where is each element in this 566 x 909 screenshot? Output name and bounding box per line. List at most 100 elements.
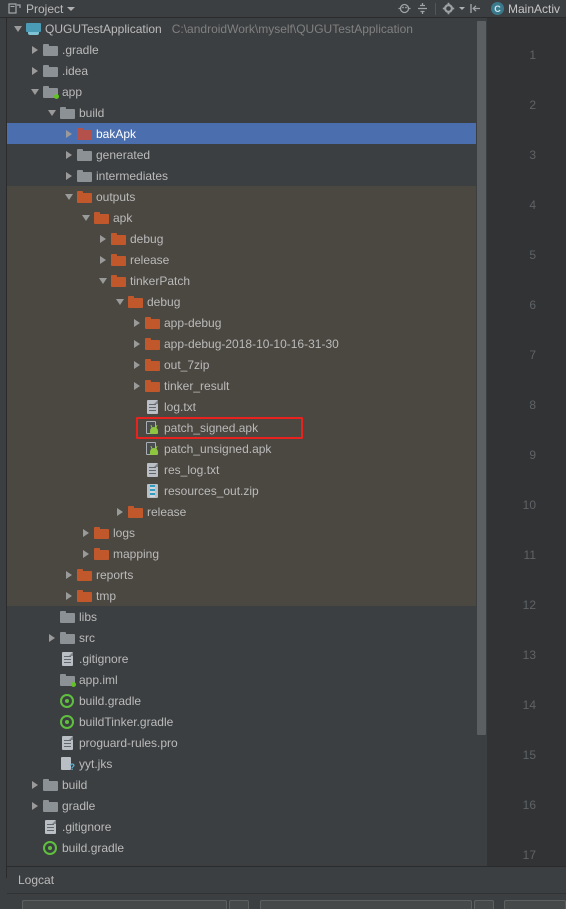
tree-row[interactable]: release	[7, 249, 487, 270]
tree-row-label: .idea	[62, 63, 89, 78]
tree-twisty-expanded[interactable]	[62, 186, 76, 207]
logcat-process-button[interactable]	[474, 900, 494, 909]
hide-panel-icon[interactable]	[468, 1, 483, 16]
tree-twisty-collapsed[interactable]	[96, 228, 110, 249]
tree-twisty-collapsed[interactable]	[96, 249, 110, 270]
tree-twisty-expanded[interactable]	[28, 81, 42, 102]
project-tree-panel[interactable]: QUGUTestApplication C:\androidWork\myself…	[7, 18, 487, 866]
tree-row[interactable]: reports	[7, 564, 487, 585]
left-toolwindow-strip[interactable]: 7: Structure 2: Favorites	[0, 0, 7, 878]
tree-row[interactable]: app	[7, 81, 487, 102]
tree-row[interactable]: src	[7, 627, 487, 648]
logcat-device-button[interactable]	[229, 900, 249, 909]
tree-row[interactable]: mapping	[7, 543, 487, 564]
line-number: 10	[522, 498, 536, 512]
tree-row-label: intermediates	[96, 168, 169, 183]
tree-twisty-expanded[interactable]	[45, 102, 59, 123]
tree-row[interactable]: debug	[7, 228, 487, 249]
tree-row[interactable]: .gitignore	[7, 648, 487, 669]
tree-row[interactable]: intermediates	[7, 165, 487, 186]
tree-row[interactable]: .gradle	[7, 39, 487, 60]
text-file-icon	[144, 399, 160, 415]
tree-row[interactable]: logs	[7, 522, 487, 543]
logcat-level-combo[interactable]	[504, 900, 566, 909]
tree-twisty-collapsed[interactable]	[62, 123, 76, 144]
tree-scrollbar-thumb[interactable]	[477, 21, 486, 735]
tree-row[interactable]: apk	[7, 207, 487, 228]
tree-row[interactable]: libs	[7, 606, 487, 627]
tree-row[interactable]: tinkerPatch	[7, 270, 487, 291]
tree-row[interactable]: build	[7, 774, 487, 795]
tree-row[interactable]: .gitignore	[7, 816, 487, 837]
tree-row-label: reports	[96, 567, 134, 582]
tree-twisty-collapsed[interactable]	[62, 144, 76, 165]
tree-twisty-collapsed[interactable]	[130, 354, 144, 375]
tree-twisty-collapsed[interactable]	[62, 585, 76, 606]
tree-row[interactable]: patch_unsigned.apk	[7, 438, 487, 459]
tree-row[interactable]: .idea	[7, 60, 487, 81]
chevron-down-icon[interactable]	[67, 6, 76, 11]
tree-row[interactable]: out_7zip	[7, 354, 487, 375]
tree-twisty-collapsed[interactable]	[62, 564, 76, 585]
text-file-icon	[59, 735, 75, 751]
project-tree[interactable]: QUGUTestApplication C:\androidWork\myself…	[7, 18, 487, 858]
tree-row[interactable]: log.txt	[7, 396, 487, 417]
tree-twisty-expanded[interactable]	[113, 291, 127, 312]
logcat-panel[interactable]: Logcat	[7, 866, 566, 909]
tree-row-label: patch_signed.apk	[164, 420, 259, 435]
tree-twisty-collapsed[interactable]	[28, 774, 42, 795]
target-icon[interactable]	[397, 1, 412, 16]
tree-twisty-collapsed[interactable]	[62, 165, 76, 186]
collapse-all-icon[interactable]	[415, 1, 430, 16]
folder-gray-icon	[42, 42, 58, 58]
settings-chevron-down-icon[interactable]	[459, 7, 465, 10]
tree-row[interactable]: QUGUTestApplication C:\androidWork\myself…	[7, 18, 487, 39]
tree-row[interactable]: tmp	[7, 585, 487, 606]
text-file-icon	[42, 819, 58, 835]
tree-twisty-collapsed[interactable]	[28, 39, 42, 60]
tree-row[interactable]: ? yyt.jks	[7, 753, 487, 774]
tree-row[interactable]: release	[7, 501, 487, 522]
tree-row[interactable]: patch_signed.apk	[7, 417, 487, 438]
editor-area[interactable]: 123456789101112131415161718	[487, 18, 566, 866]
tree-row[interactable]: generated	[7, 144, 487, 165]
tree-row[interactable]: resources_out.zip	[7, 480, 487, 501]
tree-twisty-collapsed[interactable]	[45, 627, 59, 648]
tree-twisty-collapsed[interactable]	[28, 795, 42, 816]
tree-row[interactable]: build.gradle	[7, 690, 487, 711]
tree-row[interactable]: bakApk	[7, 123, 487, 144]
tree-row[interactable]: res_log.txt	[7, 459, 487, 480]
tree-row[interactable]: buildTinker.gradle	[7, 711, 487, 732]
folder-gray-icon	[42, 63, 58, 79]
tree-row[interactable]: app-debug	[7, 312, 487, 333]
project-view-icon	[7, 1, 22, 16]
tree-twisty-collapsed[interactable]	[28, 60, 42, 81]
tree-twisty-expanded[interactable]	[79, 207, 93, 228]
line-number: 4	[529, 198, 536, 212]
tree-row[interactable]: outputs	[7, 186, 487, 207]
tree-twisty-collapsed[interactable]	[79, 543, 93, 564]
logcat-device-combo[interactable]	[22, 900, 227, 909]
tree-twisty-collapsed[interactable]	[130, 333, 144, 354]
tree-row-label: proguard-rules.pro	[79, 735, 178, 750]
tree-row[interactable]: debug	[7, 291, 487, 312]
tree-twisty-expanded[interactable]	[96, 270, 110, 291]
logcat-process-combo[interactable]	[260, 900, 472, 909]
editor-tab-strip[interactable]: C MainActiv	[487, 0, 566, 18]
tree-twisty-collapsed[interactable]	[130, 375, 144, 396]
tree-row[interactable]: build	[7, 102, 487, 123]
tree-row-label: .gradle	[62, 42, 99, 57]
tree-row[interactable]: app-debug-2018-10-10-16-31-30	[7, 333, 487, 354]
tree-twisty-expanded[interactable]	[11, 18, 25, 39]
tab-mainactivity[interactable]: MainActiv	[508, 2, 560, 16]
tree-row[interactable]: gradle	[7, 795, 487, 816]
tree-row[interactable]: tinker_result	[7, 375, 487, 396]
tree-twisty-collapsed[interactable]	[113, 501, 127, 522]
tree-twisty-collapsed[interactable]	[130, 312, 144, 333]
tree-row[interactable]: app.iml	[7, 669, 487, 690]
tree-scrollbar[interactable]	[476, 18, 487, 866]
tree-row[interactable]: proguard-rules.pro	[7, 732, 487, 753]
tree-twisty-collapsed[interactable]	[79, 522, 93, 543]
settings-gear-icon[interactable]	[441, 1, 456, 16]
tree-row[interactable]: build.gradle	[7, 837, 487, 858]
